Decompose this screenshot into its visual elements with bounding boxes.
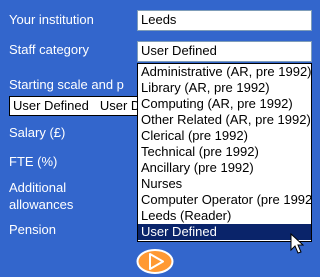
salary-label: Salary (£) xyxy=(9,125,66,140)
dropdown-option[interactable]: Leeds (Reader) xyxy=(138,208,311,224)
figures-panel: Salary (£) FTE (%) Additional allowances… xyxy=(0,116,144,246)
staff-category-label: Staff category xyxy=(9,42,89,57)
institution-select[interactable]: Leeds xyxy=(137,10,312,31)
allowances-label-line2: allowances xyxy=(9,197,74,212)
next-button[interactable] xyxy=(136,249,174,274)
dropdown-option[interactable]: Administrative (AR, pre 1992) xyxy=(138,64,311,80)
page: { "form": { "institution_label": "Your i… xyxy=(0,0,314,277)
dropdown-option[interactable]: Other Related (AR, pre 1992) xyxy=(138,112,311,128)
dropdown-option[interactable]: Library (AR, pre 1992) xyxy=(138,80,311,96)
dropdown-option[interactable]: Clerical (pre 1992) xyxy=(138,128,311,144)
staff-category-select[interactable]: User Defined xyxy=(137,41,312,62)
starting-scale-cell-2: User D xyxy=(99,98,141,113)
pension-label: Pension xyxy=(9,222,56,237)
dropdown-option[interactable]: Computing (AR, pre 1992) xyxy=(138,96,311,112)
mouse-pointer-icon xyxy=(290,232,305,255)
allowances-label-line1: Additional xyxy=(9,180,67,195)
staff-category-dropdown-list[interactable]: Administrative (AR, pre 1992) Library (A… xyxy=(137,63,312,242)
starting-scale-row[interactable]: User Defined User D xyxy=(9,96,144,116)
dropdown-option-selected[interactable]: User Defined xyxy=(138,224,311,240)
dropdown-option[interactable]: Nurses xyxy=(138,176,311,192)
fte-label: FTE (%) xyxy=(9,154,58,169)
institution-label: Your institution xyxy=(9,12,94,27)
dropdown-option[interactable]: Ancillary (pre 1992) xyxy=(138,160,311,176)
dropdown-option[interactable]: Computer Operator (pre 1992) xyxy=(138,192,311,208)
play-arrow-icon xyxy=(136,249,174,274)
starting-scale-label: Starting scale and p xyxy=(9,77,124,92)
starting-scale-cell-1: User Defined xyxy=(13,98,89,113)
dropdown-option[interactable]: Technical (pre 1992) xyxy=(138,144,311,160)
